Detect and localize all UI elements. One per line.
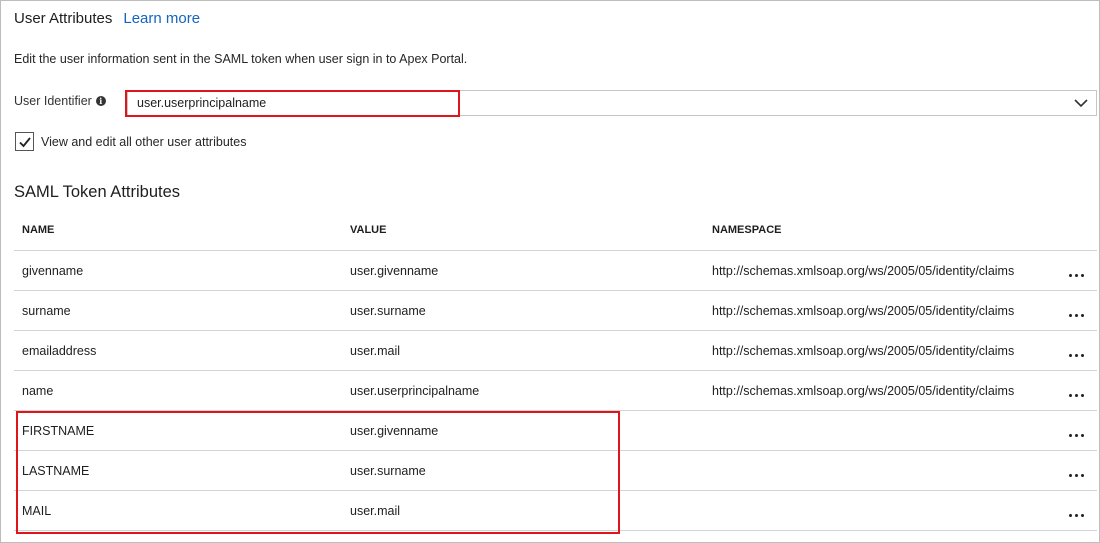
learn-more-link[interactable]: Learn more [123,10,200,27]
column-header-name: NAME [22,224,55,236]
view-edit-attributes-checkbox[interactable] [15,132,34,151]
info-icon[interactable]: i [95,96,106,106]
panel-description: Edit the user information sent in the SA… [14,52,468,66]
attribute-value: user.surname [350,304,426,318]
attribute-name: surname [22,304,71,318]
user-identifier-label-group: User Identifier i [14,94,106,108]
view-edit-attributes-option[interactable]: View and edit all other user attributes [15,132,246,151]
attribute-namespace: http://schemas.xmlsoap.org/ws/2005/05/id… [712,344,1015,358]
more-options-icon[interactable] [1067,505,1087,521]
saml-section-title: SAML Token Attributes [14,183,181,201]
attribute-value: user.mail [350,344,401,358]
attribute-name: givenname [22,264,84,278]
user-identifier-label: User Identifier [14,94,92,108]
custom-attributes-highlight [16,411,620,534]
more-options-icon[interactable] [1067,265,1087,281]
more-options-icon[interactable] [1067,305,1087,321]
attribute-namespace: http://schemas.xmlsoap.org/ws/2005/05/id… [712,384,1015,398]
column-header-namespace: NAMESPACE [712,224,782,236]
attribute-name: emailaddress [22,344,97,358]
attribute-namespace: http://schemas.xmlsoap.org/ws/2005/05/id… [712,264,1015,278]
chevron-down-icon [1074,99,1088,108]
table-row[interactable]: givenname user.givenname http://schemas.… [14,251,1097,291]
more-options-icon[interactable] [1067,385,1087,401]
user-attributes-panel: User Attributes Learn more Edit the user… [0,0,1100,543]
table-row[interactable]: name user.userprincipalname http://schem… [14,371,1097,411]
more-options-icon[interactable] [1067,425,1087,441]
user-identifier-highlight [125,90,460,117]
attribute-namespace: http://schemas.xmlsoap.org/ws/2005/05/id… [712,304,1015,318]
checkmark-icon [19,137,31,148]
table-header: NAME VALUE NAMESPACE [14,211,1097,251]
table-row[interactable]: emailaddress user.mail http://schemas.xm… [14,331,1097,371]
attribute-value: user.givenname [350,264,439,278]
attribute-value: user.userprincipalname [350,384,480,398]
attribute-name: name [22,384,54,398]
table-row[interactable]: surname user.surname http://schemas.xmls… [14,291,1097,331]
panel-title: User Attributes [14,9,113,27]
more-options-icon[interactable] [1067,345,1087,361]
view-edit-attributes-label: View and edit all other user attributes [41,134,247,149]
column-header-value: VALUE [350,224,387,236]
panel-header: User Attributes Learn more [14,8,200,28]
more-options-icon[interactable] [1067,465,1087,481]
